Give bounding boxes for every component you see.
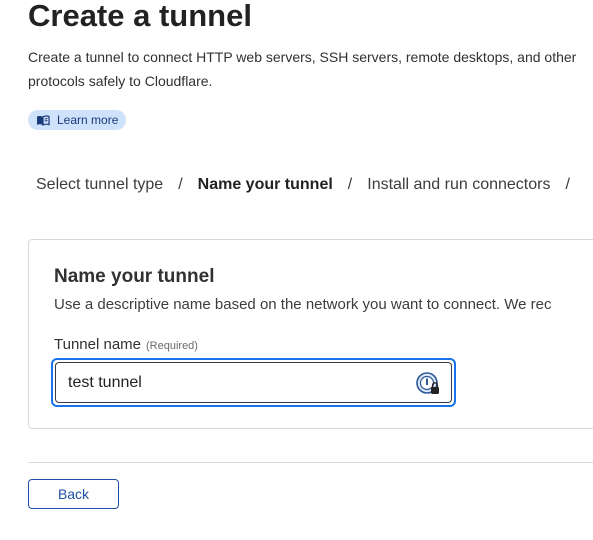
page-description: Create a tunnel to connect HTTP web serv… [28,49,577,89]
name-tunnel-card: Name your tunnel Use a descriptive name … [28,239,593,429]
card-description: Use a descriptive name based on the netw… [54,296,552,313]
step-separator: / [565,176,570,193]
book-icon [36,114,50,126]
tunnel-name-label-text: Tunnel name [54,336,141,353]
back-button[interactable]: Back [28,479,119,509]
tunnel-name-focus-ring [51,358,456,407]
tunnel-name-input[interactable] [68,363,398,402]
required-indicator: (Required) [146,340,198,352]
learn-more-label: Learn more [57,113,119,127]
tunnel-name-label: Tunnel name (Required) [54,336,198,353]
step-install-connectors[interactable]: Install and run connectors [367,176,550,194]
learn-more-link[interactable]: Learn more [28,110,127,130]
step-breadcrumb: Select tunnel type / Name your tunnel / … [36,176,585,194]
step-name-your-tunnel: Name your tunnel [197,176,333,193]
card-title: Name your tunnel [54,266,215,287]
step-select-tunnel-type[interactable]: Select tunnel type [36,176,163,194]
tunnel-name-field [55,362,452,403]
step-separator: / [347,176,353,193]
step-separator: / [178,176,183,193]
page: Create a tunnel Create a tunnel to conne… [0,0,593,540]
password-manager-icon[interactable] [415,371,441,402]
page-title: Create a tunnel [28,0,252,33]
footer-divider [28,462,593,463]
